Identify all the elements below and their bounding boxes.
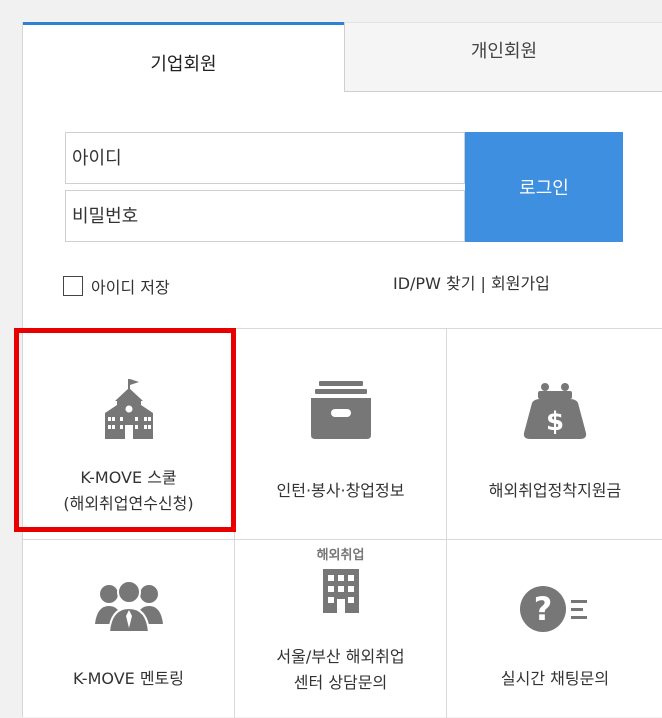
kmove-school-sublabel: (해외취업연수신청) [63,494,194,513]
id-input[interactable] [65,132,465,184]
kmove-school-label: K-MOVE 스쿨 [80,468,177,487]
signup-link[interactable]: 회원가입 [491,274,550,293]
archive-box-icon [310,381,371,439]
service-menu-grid: K-MOVE 스쿨 (해외취업연수신청) 인턴·봉사·창업정보 $ 해외취업정착… [23,328,662,718]
school-icon [104,379,153,439]
svg-text:?: ? [534,590,553,628]
login-button[interactable]: 로그인 [465,132,623,242]
overseas-settlement-subsidy-label: 해외취업정착지원금 [488,481,622,500]
money-pouch-icon: $ [523,383,587,439]
tab-corporate-member[interactable]: 기업회원 [23,22,344,92]
kmove-mentoring-item[interactable]: K-MOVE 멘토링 [23,540,235,718]
tab-personal-member[interactable]: 개인회원 [344,22,662,92]
help-faq-icon: ? [520,586,587,632]
password-input[interactable] [65,190,465,242]
intern-volunteer-startup-label: 인턴·봉사·창업정보 [276,481,405,500]
seoul-busan-center-item[interactable]: 해외취업 서울/부산 해외취업 센터 상담문의 [235,540,447,718]
overseas-settlement-subsidy-item[interactable]: $ 해외취업정착지원금 [447,329,662,540]
center-sublabel: 센터 상담문의 [293,673,388,692]
save-id-row: 아이디 저장 [63,274,170,298]
svg-text:$: $ [546,407,564,437]
building-sign-text: 해외취업 [316,548,365,563]
kmove-mentoring-label: K-MOVE 멘토링 [72,669,184,688]
save-id-checkbox[interactable] [63,276,83,296]
link-separator: | [480,274,486,293]
intern-volunteer-startup-item[interactable]: 인턴·봉사·창업정보 [235,329,447,540]
live-chat-inquiry-label: 실시간 채팅문의 [500,669,610,688]
live-chat-inquiry-item[interactable]: ? 실시간 채팅문의 [447,540,662,718]
people-group-icon [94,580,163,633]
account-links: ID/PW 찾기 | 회원가입 [393,270,550,294]
office-building-icon [322,569,359,613]
kmove-school-item[interactable]: K-MOVE 스쿨 (해외취업연수신청) [23,329,235,540]
find-id-pw-link[interactable]: ID/PW 찾기 [393,274,475,293]
center-label: 서울/부산 해외취업 [276,647,405,666]
login-panel: 기업회원 개인회원 로그인 아이디 저장 ID/PW 찾기 | 회원가입 [22,22,662,718]
save-id-label[interactable]: 아이디 저장 [91,274,170,298]
